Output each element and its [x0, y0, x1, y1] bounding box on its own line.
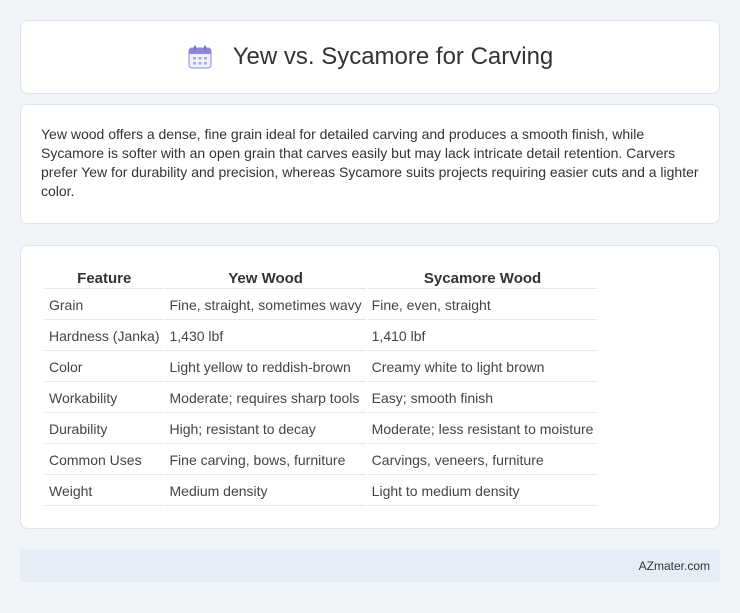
comparison-table: Feature Yew Wood Sycamore Wood Grain Fin… — [43, 266, 599, 508]
feature-cell: Weight — [45, 477, 164, 506]
yew-cell: Moderate; requires sharp tools — [165, 384, 366, 413]
header-feature: Feature — [45, 268, 164, 289]
sycamore-cell: 1,410 lbf — [367, 322, 598, 351]
title-wrap: Yew vs. Sycamore for Carving — [187, 43, 554, 71]
calendar-icon — [188, 45, 212, 69]
sycamore-cell: Easy; smooth finish — [367, 384, 598, 413]
yew-cell: Light yellow to reddish-brown — [165, 353, 366, 382]
sycamore-cell: Light to medium density — [367, 477, 598, 506]
yew-cell: Medium density — [165, 477, 366, 506]
table-card: Feature Yew Wood Sycamore Wood Grain Fin… — [20, 245, 720, 529]
yew-cell: High; resistant to decay — [165, 415, 366, 444]
table-row: Durability High; resistant to decay Mode… — [45, 415, 598, 444]
yew-cell: Fine, straight, sometimes wavy — [165, 291, 366, 320]
table-row: Weight Medium density Light to medium de… — [45, 477, 598, 506]
feature-cell: Durability — [45, 415, 164, 444]
header-sycamore-wood: Sycamore Wood — [367, 268, 598, 289]
title-card: Yew vs. Sycamore for Carving — [20, 20, 720, 94]
feature-cell: Grain — [45, 291, 164, 320]
feature-cell: Workability — [45, 384, 164, 413]
sycamore-cell: Fine, even, straight — [367, 291, 598, 320]
footer-site-link[interactable]: AZmater.com — [639, 559, 710, 573]
table-row: Grain Fine, straight, sometimes wavy Fin… — [45, 291, 598, 320]
sycamore-cell: Moderate; less resistant to moisture — [367, 415, 598, 444]
table-row: Common Uses Fine carving, bows, furnitur… — [45, 446, 598, 475]
page-title: Yew vs. Sycamore for Carving — [232, 43, 554, 70]
feature-cell: Hardness (Janka) — [45, 322, 164, 351]
header-yew-wood: Yew Wood — [165, 268, 366, 289]
sycamore-cell: Creamy white to light brown — [367, 353, 598, 382]
yew-cell: Fine carving, bows, furniture — [165, 446, 366, 475]
table-row: Workability Moderate; requires sharp too… — [45, 384, 598, 413]
table-header-row: Feature Yew Wood Sycamore Wood — [45, 268, 598, 289]
feature-cell: Common Uses — [45, 446, 164, 475]
footer-bar: AZmater.com — [20, 549, 720, 582]
table-row: Color Light yellow to reddish-brown Crea… — [45, 353, 598, 382]
intro-card: Yew wood offers a dense, fine grain idea… — [20, 104, 720, 224]
table-row: Hardness (Janka) 1,430 lbf 1,410 lbf — [45, 322, 598, 351]
yew-cell: 1,430 lbf — [165, 322, 366, 351]
feature-cell: Color — [45, 353, 164, 382]
intro-paragraph: Yew wood offers a dense, fine grain idea… — [41, 126, 699, 199]
sycamore-cell: Carvings, veneers, furniture — [367, 446, 598, 475]
